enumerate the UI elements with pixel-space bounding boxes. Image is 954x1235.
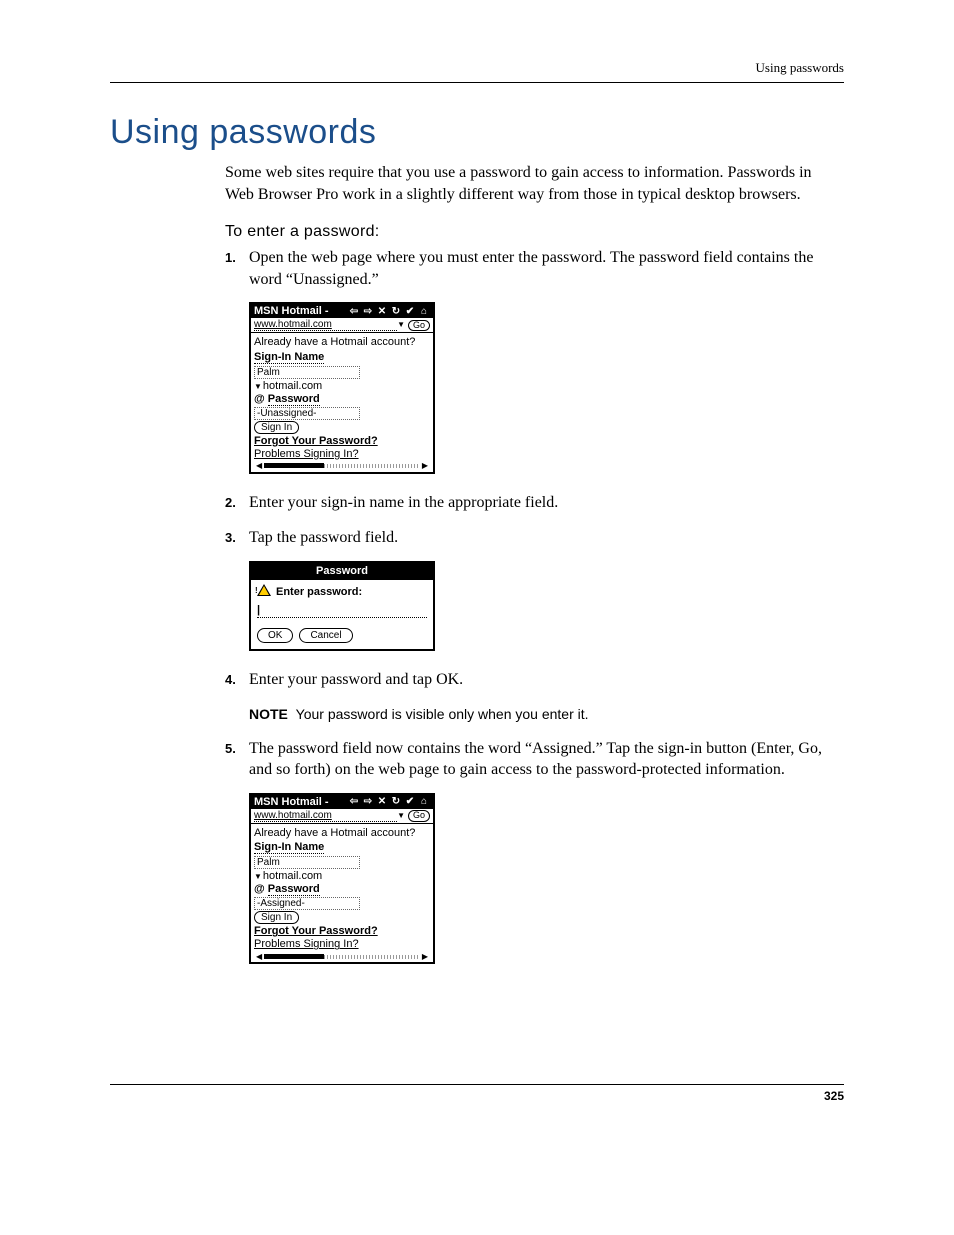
stop-icon[interactable]: ✕ bbox=[376, 796, 388, 808]
fig3-titlebar: MSN Hotmail - ⇦ ⇨ ✕ ↻ ✔ ⌂ bbox=[251, 795, 433, 809]
fig1-hscroll-left-icon[interactable]: ◀ bbox=[256, 462, 262, 471]
fig3-hscroll-right-icon[interactable]: ▶ bbox=[422, 953, 428, 962]
fig3-already-text: Already have a Hotmail account? bbox=[254, 827, 430, 839]
fig3-url-dropdown-icon[interactable]: ▼ bbox=[397, 812, 405, 821]
fig3-go-button[interactable]: Go bbox=[408, 810, 430, 822]
fig3-domain-dropdown-icon[interactable]: ▼ bbox=[254, 872, 262, 881]
fig1-already-text: Already have a Hotmail account? bbox=[254, 336, 430, 348]
fig1-signin-label: Sign-In Name bbox=[254, 351, 324, 364]
fig1-hscroll[interactable]: ◀ ▶ bbox=[254, 461, 430, 472]
step-4: Enter your password and tap OK. NOTE You… bbox=[225, 669, 844, 723]
back-icon[interactable]: ⇦ bbox=[348, 796, 360, 808]
warning-icon bbox=[257, 584, 271, 596]
fig2-password-input[interactable]: | bbox=[257, 605, 427, 618]
fig3-signin-label: Sign-In Name bbox=[254, 841, 324, 854]
fig1-titlebar: MSN Hotmail - ⇦ ⇨ ✕ ↻ ✔ ⌂ bbox=[251, 304, 433, 318]
fig1-url[interactable]: www.hotmail.com bbox=[254, 319, 397, 331]
fig1-hscroll-right-icon[interactable]: ▶ bbox=[422, 462, 428, 471]
fig3-signin-input[interactable]: Palm bbox=[254, 856, 360, 869]
note-text: Your password is visible only when you e… bbox=[296, 706, 589, 722]
fig1-forgot-link[interactable]: Forgot Your Password? bbox=[254, 435, 430, 447]
fig1-password-label: Password bbox=[268, 393, 320, 406]
back-icon[interactable]: ⇦ bbox=[348, 305, 360, 317]
bookmark-icon[interactable]: ✔ bbox=[404, 305, 416, 317]
fig1-title: MSN Hotmail - bbox=[254, 305, 329, 317]
fig1-domain: hotmail.com bbox=[263, 380, 322, 392]
note-label: NOTE bbox=[249, 706, 288, 722]
home-icon[interactable]: ⌂ bbox=[418, 305, 430, 317]
figure-1: MSN Hotmail - ⇦ ⇨ ✕ ↻ ✔ ⌂ www.hotm bbox=[249, 302, 844, 473]
fig3-password-input[interactable]: -Assigned- bbox=[254, 897, 360, 910]
fig1-password-marker: @ bbox=[254, 393, 265, 405]
fig3-hscroll[interactable]: ◀ ▶ bbox=[254, 952, 430, 963]
procedure-subhead: To enter a password: bbox=[225, 223, 844, 241]
fig1-signin-input[interactable]: Palm bbox=[254, 366, 360, 379]
fig3-title: MSN Hotmail - bbox=[254, 796, 329, 808]
fig2-cancel-button[interactable]: Cancel bbox=[299, 628, 352, 644]
fig2-cursor: | bbox=[257, 603, 260, 618]
refresh-icon[interactable]: ↻ bbox=[390, 796, 402, 808]
fig3-password-marker: @ bbox=[254, 883, 265, 895]
figure-2: Password ! Enter password: | bbox=[249, 561, 844, 651]
fig2-ok-button[interactable]: OK bbox=[257, 628, 293, 644]
fig3-problems-link[interactable]: Problems Signing In? bbox=[254, 938, 430, 950]
fig3-signin-button[interactable]: Sign In bbox=[254, 911, 299, 924]
fig2-title: Password bbox=[251, 563, 433, 580]
fig3-forgot-link[interactable]: Forgot Your Password? bbox=[254, 925, 430, 937]
note: NOTE Your password is visible only when … bbox=[249, 705, 844, 724]
fig1-password-input[interactable]: -Unassigned- bbox=[254, 407, 360, 420]
fig2-prompt: Enter password: bbox=[276, 585, 362, 600]
bookmark-icon[interactable]: ✔ bbox=[404, 796, 416, 808]
fig1-go-button[interactable]: Go bbox=[408, 320, 430, 332]
step-1: Open the web page where you must enter t… bbox=[225, 247, 844, 474]
figure-3: MSN Hotmail - ⇦ ⇨ ✕ ↻ ✔ ⌂ www.hotm bbox=[249, 793, 844, 964]
running-header: Using passwords bbox=[110, 60, 844, 83]
fig1-problems-link[interactable]: Problems Signing In? bbox=[254, 448, 430, 460]
step-3: Tap the password field. Password ! Enter… bbox=[225, 527, 844, 651]
step-1-text: Open the web page where you must enter t… bbox=[249, 249, 813, 288]
step-2: Enter your sign-in name in the appropria… bbox=[225, 492, 844, 514]
page-title: Using passwords bbox=[110, 113, 844, 152]
intro-paragraph: Some web sites require that you use a pa… bbox=[225, 162, 844, 205]
home-icon[interactable]: ⌂ bbox=[418, 796, 430, 808]
step-2-text: Enter your sign-in name in the appropria… bbox=[249, 494, 558, 511]
stop-icon[interactable]: ✕ bbox=[376, 305, 388, 317]
page-number: 325 bbox=[110, 1084, 844, 1103]
fig1-domain-dropdown-icon[interactable]: ▼ bbox=[254, 382, 262, 391]
forward-icon[interactable]: ⇨ bbox=[362, 305, 374, 317]
fig3-hscroll-left-icon[interactable]: ◀ bbox=[256, 953, 262, 962]
step-4-text: Enter your password and tap OK. bbox=[249, 671, 463, 688]
fig1-signin-button[interactable]: Sign In bbox=[254, 421, 299, 434]
step-5: The password field now contains the word… bbox=[225, 738, 844, 965]
step-5-text: The password field now contains the word… bbox=[249, 740, 822, 779]
fig1-url-dropdown-icon[interactable]: ▼ bbox=[397, 321, 405, 330]
refresh-icon[interactable]: ↻ bbox=[390, 305, 402, 317]
fig3-url[interactable]: www.hotmail.com bbox=[254, 810, 397, 822]
step-3-text: Tap the password field. bbox=[249, 529, 398, 546]
fig3-domain: hotmail.com bbox=[263, 870, 322, 882]
fig3-password-label: Password bbox=[268, 883, 320, 896]
forward-icon[interactable]: ⇨ bbox=[362, 796, 374, 808]
